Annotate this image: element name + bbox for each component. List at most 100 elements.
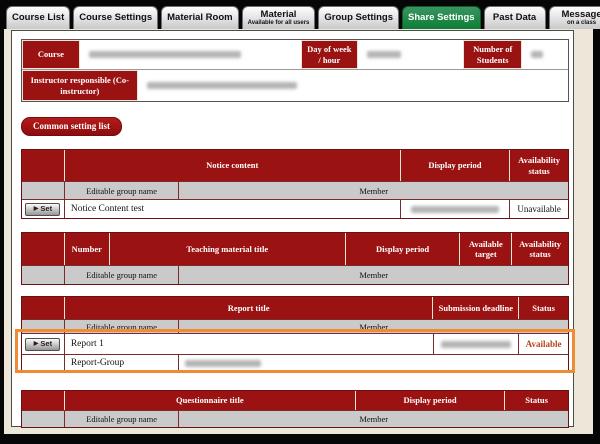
header-spacer bbox=[22, 150, 64, 181]
tab-sublabel: on a class bbox=[567, 20, 596, 26]
report-subheader-row: Editable group name Member bbox=[22, 319, 568, 333]
course-info-table: Course Day of week / hour Number of Stud… bbox=[21, 39, 569, 102]
number-header: Number bbox=[64, 233, 109, 265]
report-title-cell: Report 1 bbox=[64, 333, 433, 354]
notice-header-row: Notice content Display period Availabili… bbox=[22, 150, 568, 181]
subheader-spacer bbox=[22, 319, 64, 333]
students-label: Number of Students bbox=[463, 40, 522, 69]
tab-label: Share Settings bbox=[408, 13, 475, 23]
report-group-name-cell: Report-Group bbox=[64, 354, 179, 371]
report-title-header: Report title bbox=[64, 297, 433, 319]
tab-label: Material bbox=[261, 10, 297, 20]
notice-subheader-row: Editable group name Member bbox=[22, 181, 568, 199]
course-value bbox=[80, 40, 301, 69]
tab-material[interactable]: Material Available for all users bbox=[242, 6, 316, 29]
notice-content-header: Notice content bbox=[64, 150, 400, 181]
common-setting-list-button[interactable]: Common setting list bbox=[21, 117, 122, 136]
tab-material-room[interactable]: Material Room bbox=[161, 6, 238, 29]
report-group-member-cell bbox=[178, 354, 568, 371]
editable-group-name-header: Editable group name bbox=[64, 319, 179, 333]
display-period-header: Display period bbox=[345, 233, 460, 265]
tab-course-settings[interactable]: Course Settings bbox=[73, 6, 158, 29]
questionnaire-header-row: Questionnaire title Display period Statu… bbox=[22, 391, 568, 410]
report-header-row: Report title Submission deadline Status bbox=[22, 297, 568, 319]
tab-label: Message bbox=[561, 10, 600, 20]
set-button-label: Set bbox=[40, 205, 52, 213]
tab-message[interactable]: Message on a class bbox=[549, 6, 600, 29]
play-icon: ▶ bbox=[34, 341, 39, 347]
tab-sublabel: Available for all users bbox=[248, 20, 310, 26]
display-period-header: Display period bbox=[355, 391, 504, 410]
instructor-label: Instructor responsible (Co-instructor) bbox=[22, 70, 138, 101]
notice-period-cell bbox=[400, 199, 510, 218]
submission-deadline-header: Submission deadline bbox=[432, 297, 518, 319]
tab-label: Course Settings bbox=[79, 13, 152, 23]
subheader-spacer bbox=[22, 181, 64, 199]
availability-status-header: Availability status bbox=[509, 150, 568, 181]
header-spacer bbox=[22, 297, 64, 319]
tab-label: Course List bbox=[12, 13, 64, 23]
tab-course-list[interactable]: Course List bbox=[6, 6, 70, 29]
material-table: Number Teaching material title Display p… bbox=[21, 232, 569, 285]
tab-bar: Course List Course Settings Material Roo… bbox=[6, 3, 600, 29]
set-cell: ▶Set bbox=[22, 333, 64, 354]
editable-group-name-header: Editable group name bbox=[64, 181, 179, 199]
member-header: Member bbox=[178, 319, 568, 333]
status-header: Status bbox=[504, 391, 568, 410]
notice-table: Notice content Display period Availabili… bbox=[21, 149, 569, 219]
questionnaire-table: Questionnaire title Display period Statu… bbox=[21, 390, 569, 428]
notice-title-cell: Notice Content test bbox=[64, 199, 400, 218]
subheader-spacer bbox=[22, 265, 64, 284]
member-header: Member bbox=[178, 410, 568, 427]
redacted-course-name bbox=[89, 51, 241, 58]
tab-share-settings[interactable]: Share Settings bbox=[402, 6, 481, 29]
display-period-header: Display period bbox=[400, 150, 510, 181]
redacted-period bbox=[411, 206, 499, 213]
day-of-week-label: Day of week / hour bbox=[301, 40, 358, 69]
header-spacer bbox=[22, 391, 64, 410]
report-set-button[interactable]: ▶Set bbox=[25, 338, 60, 351]
tab-past-data[interactable]: Past Data bbox=[484, 6, 546, 29]
set-button-label: Set bbox=[40, 340, 52, 348]
course-info-row: Course Day of week / hour Number of Stud… bbox=[22, 40, 568, 69]
play-icon: ▶ bbox=[34, 206, 39, 212]
editable-group-name-header: Editable group name bbox=[64, 265, 179, 284]
tab-label: Past Data bbox=[493, 13, 536, 23]
member-header: Member bbox=[178, 265, 568, 284]
redacted-count bbox=[531, 51, 543, 58]
empty-cell bbox=[22, 354, 64, 371]
redacted-instructor bbox=[147, 82, 297, 89]
instructor-value bbox=[138, 70, 568, 101]
notice-set-button[interactable]: ▶Set bbox=[25, 203, 60, 216]
member-header: Member bbox=[178, 181, 568, 199]
day-of-week-value bbox=[358, 40, 464, 69]
questionnaire-subheader-row: Editable group name Member bbox=[22, 410, 568, 427]
tab-label: Group Settings bbox=[324, 13, 393, 23]
tab-label: Material Room bbox=[167, 13, 232, 23]
material-title-header: Teaching material title bbox=[109, 233, 345, 265]
questionnaire-title-header: Questionnaire title bbox=[64, 391, 355, 410]
report-table: Report title Submission deadline Status … bbox=[21, 296, 569, 372]
editable-group-name-header: Editable group name bbox=[64, 410, 179, 427]
notice-data-row: ▶Set Notice Content test Unavailable bbox=[22, 199, 568, 218]
report-data-row: ▶Set Report 1 Available bbox=[22, 333, 568, 354]
report-status-cell: Available bbox=[518, 333, 568, 354]
redacted-deadline bbox=[441, 341, 511, 348]
report-group-row: Report-Group bbox=[22, 354, 568, 371]
header-spacer bbox=[22, 233, 64, 265]
material-header-row: Number Teaching material title Display p… bbox=[22, 233, 568, 265]
available-target-header: Available target bbox=[459, 233, 511, 265]
tab-group-settings[interactable]: Group Settings bbox=[318, 6, 399, 29]
subheader-spacer bbox=[22, 410, 64, 427]
set-cell: ▶Set bbox=[22, 199, 64, 218]
course-label: Course bbox=[22, 40, 80, 69]
share-settings-panel: Course Day of week / hour Number of Stud… bbox=[11, 30, 574, 427]
material-subheader-row: Editable group name Member bbox=[22, 265, 568, 284]
availability-status-header: Availability status bbox=[511, 233, 568, 265]
report-deadline-cell bbox=[433, 333, 519, 354]
status-header: Status bbox=[518, 297, 568, 319]
students-value bbox=[522, 40, 568, 69]
redacted-day bbox=[367, 51, 401, 58]
redacted-members bbox=[185, 360, 261, 367]
notice-status-cell: Unavailable bbox=[509, 199, 568, 218]
